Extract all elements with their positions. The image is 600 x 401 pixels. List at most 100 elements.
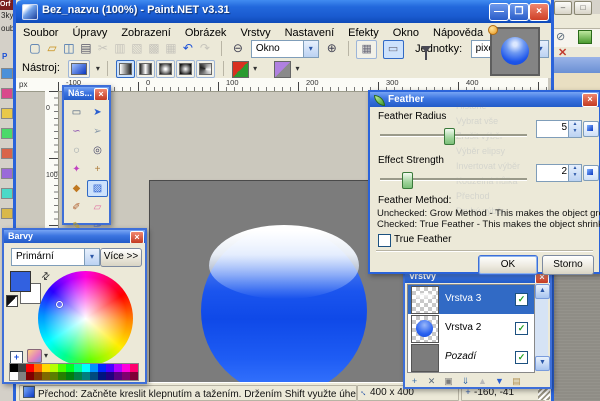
menu-item-okno[interactable]: Okno	[386, 25, 426, 39]
palette-swatch[interactable]	[122, 372, 130, 380]
layer-row[interactable]: Pozadí✓	[408, 343, 534, 372]
palette-swatch[interactable]	[82, 372, 90, 380]
palette-swatch[interactable]	[10, 372, 18, 380]
background-minimize-button[interactable]: –	[554, 1, 572, 15]
merge-down-button[interactable]: ⇓	[458, 375, 473, 388]
undo-icon[interactable]: ↶	[179, 40, 196, 57]
menu-item-soubor[interactable]: Soubor	[16, 25, 65, 39]
current-tool-button[interactable]	[68, 60, 90, 78]
rulers-toggle-button[interactable]: ▭	[383, 40, 404, 59]
ellipse-select-tool[interactable]: ◌	[66, 142, 87, 159]
palette-swatch[interactable]	[74, 372, 82, 380]
true-feather-checkbox[interactable]	[378, 234, 391, 247]
radius-slider[interactable]	[380, 134, 527, 137]
palette-swatch[interactable]	[34, 372, 42, 380]
duplicate-layer-button[interactable]: ▣	[441, 375, 456, 388]
chevron-down-icon[interactable]: ▾	[253, 60, 257, 73]
chevron-down-icon[interactable]: ▾	[303, 41, 318, 57]
gradient-type-radial-button[interactable]	[176, 60, 195, 78]
grid-toggle-button[interactable]: ▦	[356, 40, 377, 59]
palette-swatch[interactable]	[130, 372, 138, 380]
strength-reset-button[interactable]	[583, 165, 599, 181]
palette-swatch[interactable]	[130, 364, 138, 372]
move-selection-tool[interactable]: ➢	[87, 123, 108, 140]
menu-item-vrstvy[interactable]: Vrstvy	[233, 25, 277, 39]
layer-visible-checkbox[interactable]: ✓	[515, 351, 528, 364]
zoom-level-combo[interactable]: Okno ▾	[251, 40, 319, 58]
new-file-icon[interactable]: ▢	[26, 40, 43, 57]
tools-palette-title[interactable]: Nás... ×	[64, 87, 109, 100]
colors-window-title[interactable]: Barvy ×	[4, 230, 145, 243]
delete-layer-button[interactable]: ✕	[424, 375, 439, 388]
swap-colors-icon[interactable]: ⇄	[39, 270, 53, 284]
chevron-down-icon[interactable]: ▾	[44, 351, 48, 360]
palette-swatch[interactable]	[18, 372, 26, 380]
chevron-down-icon[interactable]: ▾	[84, 249, 99, 265]
paintbrush-tool[interactable]: ✐	[66, 199, 87, 216]
palette-swatch[interactable]	[114, 372, 122, 380]
chevron-down-icon[interactable]: ▾	[96, 60, 100, 73]
palette-swatch[interactable]	[98, 364, 106, 372]
eraser-tool[interactable]: ▱	[87, 199, 108, 216]
palette-swatch[interactable]	[42, 364, 50, 372]
layer-row[interactable]: Vrstva 2✓	[408, 314, 534, 343]
print-icon[interactable]: ▤	[77, 40, 94, 57]
magic-wand-tool[interactable]: ✦	[66, 161, 87, 178]
palette-swatch[interactable]	[50, 372, 58, 380]
open-icon[interactable]: ▱	[43, 40, 60, 57]
strength-slider-thumb[interactable]	[402, 172, 413, 189]
rectangle-select-tool[interactable]: ▭	[66, 104, 87, 121]
palette-swatch[interactable]	[90, 364, 98, 372]
gradient-type-conical-button[interactable]	[196, 60, 215, 78]
palette-swatch[interactable]	[34, 364, 42, 372]
pan-tool[interactable]: +	[87, 161, 108, 178]
menu-item-obr-zek[interactable]: Obrázek	[178, 25, 234, 39]
layers-scrollbar[interactable]: ▲ ▼	[535, 284, 548, 371]
layer-visible-checkbox[interactable]: ✓	[515, 293, 528, 306]
zoom-out-icon[interactable]: ⊖	[229, 40, 246, 57]
menu-item-n-pov-da[interactable]: Nápověda	[426, 25, 490, 39]
palette-swatch[interactable]	[42, 372, 50, 380]
gradient-type-linear-button[interactable]	[116, 60, 135, 78]
close-button[interactable]: ×	[529, 3, 549, 21]
gradient-tool[interactable]: ▨	[87, 180, 108, 197]
palette-swatch[interactable]	[50, 364, 58, 372]
palette-menu-icon[interactable]	[27, 349, 42, 363]
resize-grip[interactable]	[538, 388, 550, 400]
chevron-down-icon[interactable]: ▾	[295, 60, 299, 73]
menu-item-nastaven-[interactable]: Nastavení	[278, 25, 342, 39]
palette-swatch[interactable]	[122, 364, 130, 372]
strength-slider[interactable]	[380, 178, 527, 181]
close-icon[interactable]: ×	[94, 88, 108, 100]
title-bar[interactable]: Bez_nazvu (100%) - Paint.NET v3.31 — ❐ ×	[16, 0, 551, 23]
layer-row[interactable]: Vrstva 3✓	[408, 285, 534, 314]
image-thumbnail[interactable]	[490, 27, 540, 76]
color-slot-combo[interactable]: Primární ▾	[11, 248, 100, 266]
color-wheel-marker[interactable]	[56, 301, 63, 308]
move-pixels-tool[interactable]: ➤	[87, 104, 108, 121]
spinner-arrows-icon[interactable]: ▲▼	[568, 165, 581, 181]
save-icon[interactable]: ◫	[60, 40, 77, 57]
palette-swatch[interactable]	[98, 372, 106, 380]
gradient-type-linear-reflected-button[interactable]	[136, 60, 155, 78]
close-icon[interactable]: ×	[582, 93, 598, 107]
color-mode-button[interactable]	[232, 61, 249, 78]
paint-bucket-tool[interactable]: ◆	[66, 180, 87, 197]
zoom-in-icon[interactable]: ⊕	[323, 40, 340, 57]
radius-spinner[interactable]: 5 ▲▼	[536, 120, 582, 138]
palette-swatch[interactable]	[26, 372, 34, 380]
layer-properties-button[interactable]: ▤	[509, 375, 524, 388]
lasso-select-tool[interactable]: ∽	[66, 123, 87, 140]
menu-item--pravy[interactable]: Úpravy	[65, 25, 114, 39]
palette-swatch[interactable]	[58, 364, 66, 372]
palette-swatch[interactable]	[66, 364, 74, 372]
palette-swatch[interactable]	[58, 372, 66, 380]
maximize-button[interactable]: ❐	[509, 3, 529, 21]
palette-swatch[interactable]	[106, 364, 114, 372]
palette-swatch[interactable]	[90, 372, 98, 380]
menu-item-efekty[interactable]: Efekty	[341, 25, 386, 39]
radius-reset-button[interactable]	[583, 121, 599, 137]
gradient-type-diamond-button[interactable]	[156, 60, 175, 78]
more-button[interactable]: Více >>	[100, 248, 142, 267]
palette-swatch[interactable]	[74, 364, 82, 372]
